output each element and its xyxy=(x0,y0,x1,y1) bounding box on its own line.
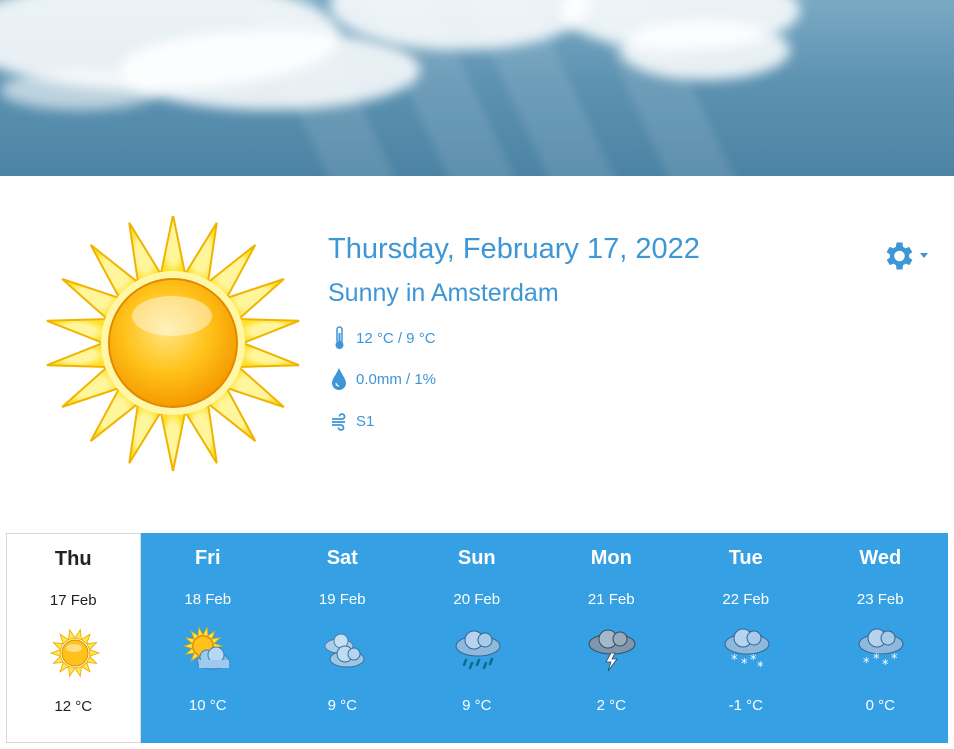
sun-ray xyxy=(159,216,187,276)
svg-text:*: * xyxy=(757,660,764,675)
sun-ray xyxy=(89,649,101,657)
thermometer-icon xyxy=(335,326,344,349)
day-date: 23 Feb xyxy=(856,591,904,608)
day-name: Sat xyxy=(326,547,358,569)
day-temperature: 9 °C xyxy=(462,697,492,714)
sky-banner xyxy=(0,0,954,176)
cloud xyxy=(120,30,420,110)
sun-ray xyxy=(197,626,204,637)
sun-ray xyxy=(159,410,187,472)
partly-cloudy-icon xyxy=(182,626,229,670)
wind-row: S1 xyxy=(330,408,374,434)
sun-ray xyxy=(74,665,82,678)
day-name: Sun xyxy=(457,547,496,569)
day-temperature: -1 °C xyxy=(728,697,763,714)
forecast-day[interactable]: Fri 18 Feb 10 °C xyxy=(140,533,275,743)
cloudy-icon xyxy=(324,633,365,668)
sun-ray xyxy=(68,628,76,641)
precipitation-value: 0.0mm / 1% xyxy=(356,370,437,388)
day-temperature: 9 °C xyxy=(327,697,357,714)
forecast-date: Thursday, February 17, 2022 xyxy=(328,233,700,265)
snow-icon: * * * * xyxy=(858,628,904,673)
forecast-day[interactable]: Thu 17 Feb 12 °C xyxy=(6,533,141,743)
precipitation-row: 0.0mm / 1% xyxy=(330,366,436,392)
forecast-strip: Thu 17 Feb 12 °C Fri 18 Feb 10 °C Sat 19… xyxy=(6,533,948,743)
day-temperature: 10 °C xyxy=(188,697,227,714)
sun-ray xyxy=(52,655,64,664)
rain-icon xyxy=(455,630,500,670)
sun-ray xyxy=(46,318,109,345)
day-date: 22 Feb xyxy=(722,591,770,608)
day-name: Fri xyxy=(194,547,221,569)
svg-text:*: * xyxy=(741,657,748,672)
wind-icon xyxy=(332,413,346,431)
sun-ray xyxy=(182,643,193,649)
sun-ray xyxy=(46,341,109,368)
forecast-day[interactable]: Sat 19 Feb 9 °C xyxy=(275,533,410,743)
gear-icon xyxy=(886,242,913,270)
sun-ray xyxy=(52,642,64,651)
day-date: 17 Feb xyxy=(49,592,97,609)
svg-text:*: * xyxy=(731,653,738,668)
day-name: Thu xyxy=(54,548,92,570)
svg-text:*: * xyxy=(891,652,898,667)
sun-icon xyxy=(46,216,300,472)
cloud xyxy=(620,20,790,80)
day-temperature: 0 °C xyxy=(865,697,895,714)
chevron-down-icon xyxy=(920,252,928,258)
svg-text:*: * xyxy=(750,653,757,668)
sun-ray xyxy=(201,626,208,637)
sun-ray xyxy=(49,649,61,657)
day-name: Wed xyxy=(859,547,902,569)
day-temperature: 12 °C xyxy=(54,698,93,715)
cloud xyxy=(0,70,160,110)
day-name: Tue xyxy=(728,547,763,569)
day-date: 18 Feb xyxy=(184,591,232,608)
day-date: 19 Feb xyxy=(318,591,366,608)
forecast-day[interactable]: Mon 21 Feb 2 °C xyxy=(544,533,679,743)
sun-ray xyxy=(68,665,76,678)
sun-ray xyxy=(86,655,98,664)
day-date: 21 Feb xyxy=(587,591,635,608)
wind-value: S1 xyxy=(356,412,375,430)
day-name: Mon xyxy=(590,547,632,569)
weather-condition: Sunny in Amsterdam xyxy=(328,279,559,307)
raindrop-icon xyxy=(332,368,346,390)
svg-text:*: * xyxy=(873,652,880,667)
forecast-day[interactable]: Sun 20 Feb 9 °C xyxy=(409,533,544,743)
thunderstorm-icon xyxy=(588,629,636,672)
sunny-icon xyxy=(49,628,101,678)
forecast-day[interactable]: Tue 22 Feb * * * * -1 °C xyxy=(678,533,813,743)
sun-ray xyxy=(74,628,82,641)
forecast-day[interactable]: Wed 23 Feb * * * * 0 °C xyxy=(813,533,948,743)
svg-text:*: * xyxy=(863,656,870,671)
temperature-value: 12 °C / 9 °C xyxy=(356,329,436,347)
day-date: 20 Feb xyxy=(453,591,501,608)
settings-dropdown-button[interactable] xyxy=(880,236,934,276)
day-temperature: 2 °C xyxy=(596,697,626,714)
snow-icon: * * * * xyxy=(724,628,769,675)
sun-ray xyxy=(237,318,300,345)
sun-ray xyxy=(86,642,98,651)
temperature-row: 12 °C / 9 °C xyxy=(330,325,436,351)
svg-text:*: * xyxy=(882,658,889,673)
sun-ray xyxy=(237,341,300,368)
